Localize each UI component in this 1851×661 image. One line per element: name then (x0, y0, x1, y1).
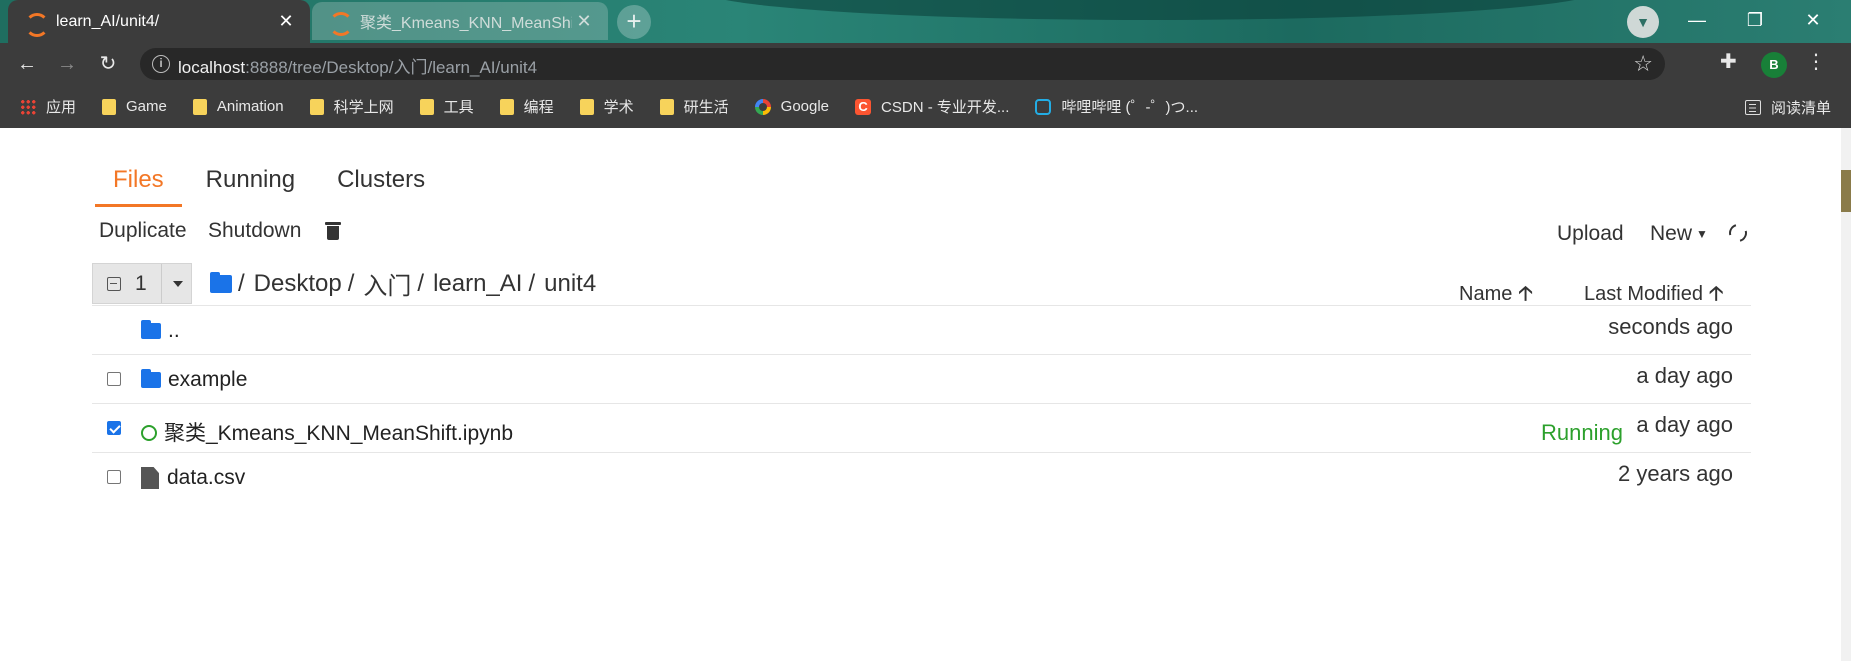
reading-list-button[interactable]: 阅读清单 (1744, 97, 1831, 118)
new-tab-button[interactable]: + (617, 5, 651, 39)
browser-menu-icon[interactable]: ⋮ (1806, 49, 1826, 74)
jupyter-favicon-icon (328, 11, 353, 36)
bookmark-star-icon[interactable]: ☆ (1633, 51, 1653, 77)
tab-close-icon[interactable]: ✕ (572, 11, 596, 32)
reload-button[interactable]: ↻ (88, 43, 128, 85)
browser-toolbar: ← → ↻ i localhost:8888/tree/Desktop/入门/l… (0, 43, 1851, 85)
folder-icon (659, 98, 674, 115)
chevron-down-icon: ▼ (1636, 14, 1650, 30)
folder-icon (141, 320, 161, 344)
row-checkbox[interactable] (107, 421, 121, 435)
page-scrollbar[interactable] (1841, 128, 1851, 661)
back-button[interactable]: ← (7, 43, 47, 85)
bookmark-bilibili[interactable]: 哔哩哔哩 (゜-゜)つ... (1035, 96, 1198, 117)
csdn-icon: C (855, 98, 872, 115)
file-name-link[interactable]: 聚类_Kmeans_KNN_MeanShift.ipynb (164, 417, 513, 447)
selected-count: 1 (135, 272, 147, 295)
folder-icon (499, 98, 514, 115)
last-modified: 2 years ago (1618, 461, 1733, 486)
last-modified: a day ago (1636, 412, 1733, 437)
bookmark-grad-life[interactable]: 研生活 (659, 96, 729, 117)
reading-list-icon (1744, 100, 1761, 115)
breadcrumb-desktop[interactable]: Desktop (254, 270, 342, 298)
address-bar[interactable]: i localhost:8888/tree/Desktop/入门/learn_A… (140, 48, 1665, 80)
caret-down-icon: ▼ (1696, 227, 1708, 242)
apps-grid-icon (20, 98, 36, 115)
list-item[interactable]: data.csv 2 years ago (92, 452, 1751, 501)
last-modified: a day ago (1636, 363, 1733, 388)
select-all-dropdown[interactable]: 1 (92, 263, 192, 304)
refresh-icon[interactable] (1725, 220, 1751, 246)
site-info-icon[interactable]: i (152, 55, 170, 73)
tab-notebook-kmeans[interactable]: 聚类_Kmeans_KNN_MeanShift ✕ (312, 2, 608, 40)
tab-close-icon[interactable]: ✕ (274, 11, 298, 32)
home-folder-icon[interactable] (210, 271, 232, 293)
last-modified: seconds ago (1608, 314, 1733, 339)
list-item[interactable]: example a day ago (92, 354, 1751, 403)
window-close-button[interactable]: ✕ (1787, 0, 1839, 40)
title-bar-decoration (700, 0, 1600, 20)
bookmarks-bar: 应用 Game Animation 科学上网 工具 编程 学术 研生活 Goog… (0, 85, 1851, 128)
tab-title: learn_AI/unit4/ (56, 12, 160, 30)
bookmark-academic[interactable]: 学术 (579, 96, 634, 117)
file-list: .. seconds ago example a day ago 聚类_Kmea… (92, 305, 1751, 501)
bilibili-icon (1035, 98, 1052, 115)
tab-title: 聚类_Kmeans_KNN_MeanShift (360, 15, 572, 32)
bookmark-google[interactable]: Google (754, 98, 829, 115)
file-icon (141, 467, 159, 489)
upload-button[interactable]: Upload (1557, 222, 1624, 246)
breadcrumb-learn-ai[interactable]: learn_AI (433, 270, 522, 298)
list-item[interactable]: 聚类_Kmeans_KNN_MeanShift.ipynb Running a … (92, 403, 1751, 452)
url-text[interactable]: localhost:8888/tree/Desktop/入门/learn_AI/… (178, 53, 537, 78)
tab-files[interactable]: Files (95, 160, 182, 207)
shutdown-button[interactable]: Shutdown (208, 219, 301, 243)
duplicate-button[interactable]: Duplicate (99, 219, 187, 243)
running-status: Running (1541, 420, 1623, 445)
breadcrumb: / Desktop / 入门 / learn_AI / unit4 (210, 266, 596, 301)
caret-down-icon[interactable] (173, 281, 183, 287)
folder-icon (102, 98, 117, 115)
minimize-button[interactable]: — (1671, 0, 1723, 40)
scrollbar-thumb[interactable] (1841, 170, 1851, 212)
new-dropdown-button[interactable]: New ▼ (1650, 222, 1708, 246)
restore-button[interactable]: ❐ (1729, 0, 1781, 40)
tab-search-button[interactable]: ▼ (1627, 6, 1659, 38)
breadcrumb-rumen[interactable]: 入门 (363, 266, 411, 301)
breadcrumb-unit4[interactable]: unit4 (544, 270, 596, 298)
row-checkbox[interactable] (107, 372, 121, 386)
extensions-puzzle-icon[interactable]: ✚ (1720, 49, 1737, 74)
bookmark-animation[interactable]: Animation (192, 98, 284, 115)
tab-clusters[interactable]: Clusters (319, 160, 443, 207)
file-name-link[interactable]: data.csv (167, 466, 245, 490)
profile-avatar[interactable]: B (1761, 52, 1787, 78)
bookmark-game[interactable]: Game (102, 98, 167, 115)
selector-divider (161, 264, 162, 303)
bookmark-tools[interactable]: 工具 (419, 96, 474, 117)
folder-icon (192, 98, 207, 115)
jupyter-tabs: Files Running Clusters (95, 160, 449, 207)
trash-icon[interactable] (325, 221, 341, 241)
browser-title-bar: learn_AI/unit4/ ✕ 聚类_Kmeans_KNN_MeanShif… (0, 0, 1851, 43)
folder-icon (309, 98, 324, 115)
bookmark-apps[interactable]: 应用 (20, 96, 76, 117)
bookmark-programming[interactable]: 编程 (499, 96, 554, 117)
file-name-link[interactable]: .. (168, 319, 180, 343)
folder-icon (579, 98, 594, 115)
tab-learn-ai-unit4[interactable]: learn_AI/unit4/ ✕ (8, 0, 310, 43)
folder-icon (419, 98, 434, 115)
tab-running[interactable]: Running (188, 160, 313, 207)
google-icon (754, 98, 771, 115)
bookmark-science-net[interactable]: 科学上网 (309, 96, 394, 117)
jupyter-favicon-icon (24, 12, 49, 37)
select-all-checkbox[interactable] (107, 277, 121, 291)
notebook-running-icon (141, 425, 157, 441)
list-item[interactable]: .. seconds ago (92, 305, 1751, 354)
row-checkbox[interactable] (107, 470, 121, 484)
file-name-link[interactable]: example (168, 368, 247, 392)
bookmark-csdn[interactable]: C CSDN - 专业开发... (855, 96, 1009, 117)
folder-icon (141, 369, 161, 393)
forward-button[interactable]: → (47, 43, 87, 85)
